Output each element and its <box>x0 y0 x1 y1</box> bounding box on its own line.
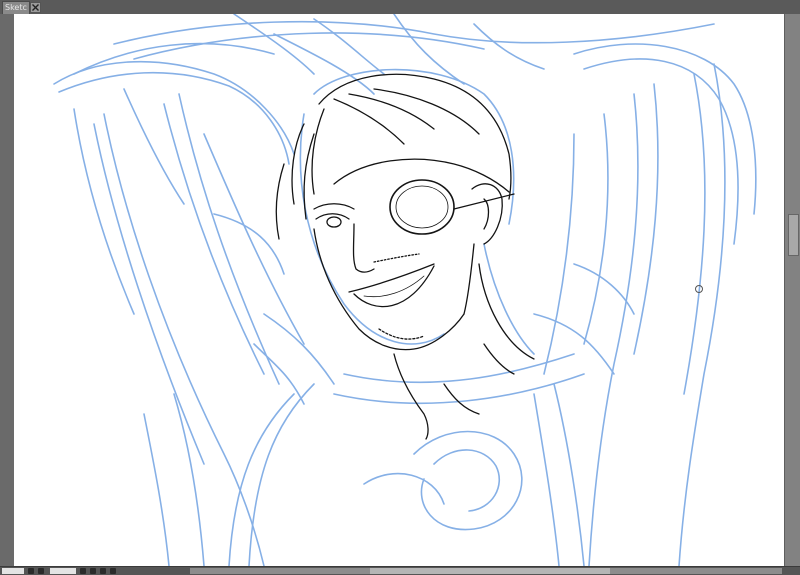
angle-field[interactable] <box>50 568 76 574</box>
zoom-field[interactable] <box>2 568 24 574</box>
rotate-right-icon[interactable] <box>90 568 96 574</box>
document-tab-label: Sketch.lip <box>5 3 27 12</box>
sketch-layer <box>53 14 757 566</box>
drawing-canvas[interactable] <box>14 14 784 566</box>
brush-cursor-icon <box>695 285 703 293</box>
document-tab[interactable]: Sketch.lip <box>2 1 30 14</box>
rotate-left-icon[interactable] <box>80 568 86 574</box>
vertical-scrollbar-thumb[interactable] <box>788 214 799 256</box>
canvas-viewport[interactable] <box>14 14 784 566</box>
reset-view-icon[interactable] <box>110 568 116 574</box>
zoom-in-icon[interactable] <box>38 568 44 574</box>
horizontal-scrollbar-thumb[interactable] <box>370 568 610 574</box>
flip-icon[interactable] <box>100 568 106 574</box>
zoom-out-icon[interactable] <box>28 568 34 574</box>
vertical-scrollbar[interactable] <box>784 14 800 566</box>
close-icon[interactable] <box>30 2 41 13</box>
lineart-layer <box>275 73 535 440</box>
left-gutter <box>0 14 14 566</box>
document-tab-bar: Sketch.lip <box>0 0 800 15</box>
artwork <box>53 14 757 566</box>
horizontal-scrollbar[interactable] <box>190 568 782 574</box>
